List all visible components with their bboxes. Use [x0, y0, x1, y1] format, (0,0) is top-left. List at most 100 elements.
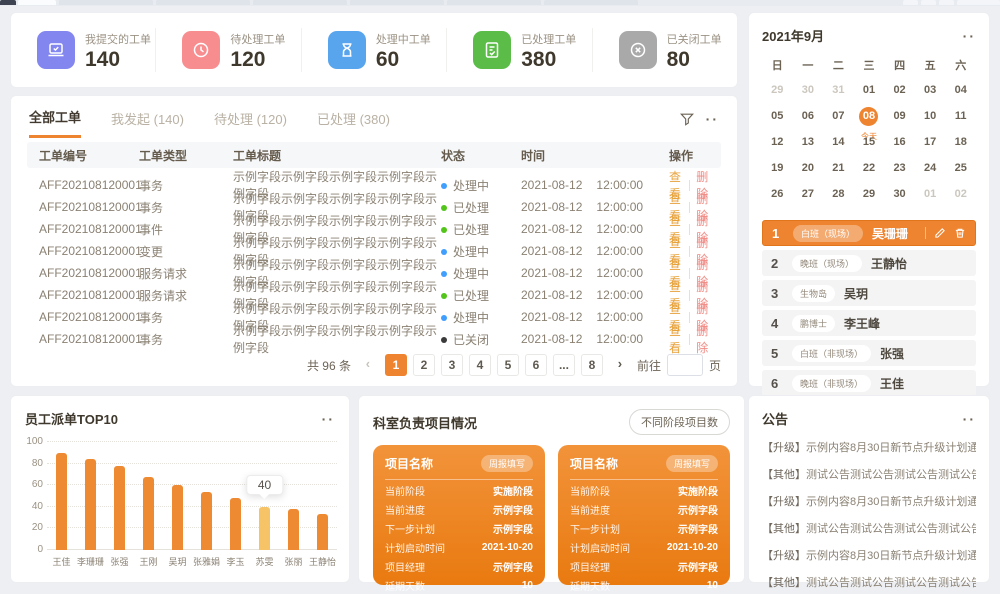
page-ellipsis[interactable]: ...: [553, 354, 575, 376]
more-icon[interactable]: ··: [963, 32, 976, 40]
day-cell[interactable]: 09: [884, 105, 915, 128]
top-tab[interactable]: [156, 0, 250, 5]
day-cell[interactable]: 30: [884, 183, 915, 206]
day-cell[interactable]: 21: [823, 157, 854, 180]
day-cell[interactable]: 19: [762, 157, 793, 180]
day-cell[interactable]: 05: [762, 105, 793, 128]
table-row[interactable]: AFF202108120001事务示例字段示例字段示例字段示例字段示例字段 处理…: [27, 168, 721, 190]
top-tab[interactable]: [59, 0, 153, 5]
top-tab[interactable]: [903, 0, 918, 5]
bar-highlighted[interactable]: [259, 507, 270, 550]
delete-link[interactable]: 删除: [696, 322, 709, 356]
bar[interactable]: [201, 492, 212, 550]
day-cell[interactable]: 06: [793, 105, 824, 128]
day-cell-today[interactable]: 08今天: [854, 105, 885, 128]
bar[interactable]: [114, 466, 125, 550]
day-cell[interactable]: 23: [884, 157, 915, 180]
page-button[interactable]: 5: [497, 354, 519, 376]
day-cell[interactable]: 14: [823, 131, 854, 154]
table-row[interactable]: AFF202108120001事件示例字段示例字段示例字段示例字段示例字段 已处…: [27, 212, 721, 234]
day-cell[interactable]: 25: [945, 157, 976, 180]
day-cell[interactable]: 26: [762, 183, 793, 206]
announcement-item[interactable]: 【升级】示例内容8月30日新节点升级计划通知: [762, 547, 976, 563]
page-button[interactable]: 6: [525, 354, 547, 376]
day-cell[interactable]: 10: [915, 105, 946, 128]
page-button[interactable]: 2: [413, 354, 435, 376]
day-cell[interactable]: 24: [915, 157, 946, 180]
top-tab[interactable]: [350, 0, 444, 5]
day-cell[interactable]: 02: [884, 79, 915, 102]
schedule-item[interactable]: 3生物岛吴玥: [762, 280, 976, 306]
schedule-item[interactable]: 2晚班（现场）王静怡: [762, 250, 976, 276]
bar[interactable]: [56, 453, 67, 550]
page-button[interactable]: 8: [581, 354, 603, 376]
project-card[interactable]: 项目名称 周报填写 当前阶段实施阶段 当前进度示例字段 下一步计划示例字段 计划…: [373, 445, 545, 585]
tab-pending[interactable]: 待处理 (120): [214, 109, 287, 137]
more-icon[interactable]: ··: [706, 115, 719, 123]
tab-processed[interactable]: 已处理 (380): [317, 109, 390, 137]
schedule-item[interactable]: 6晚班（非现场）王佳: [762, 370, 976, 396]
table-row[interactable]: AFF202108120001事务示例字段示例字段示例字段示例字段示例字段 已处…: [27, 190, 721, 212]
stage-count-button[interactable]: 不同阶段项目数: [629, 409, 730, 435]
top-tab[interactable]: [253, 0, 347, 5]
edit-icon[interactable]: [934, 227, 946, 239]
day-cell[interactable]: 13: [793, 131, 824, 154]
bar[interactable]: [317, 514, 328, 550]
day-cell[interactable]: 04: [945, 79, 976, 102]
table-row[interactable]: AFF202108120001事务示例字段示例字段示例字段示例字段示例字段 已关…: [27, 322, 721, 344]
schedule-item[interactable]: 5白班（非现场）张强: [762, 340, 976, 366]
announcement-item[interactable]: 【升级】示例内容8月30日新节点升级计划通知: [762, 439, 976, 455]
schedule-item[interactable]: 4鹏博士李王峰: [762, 310, 976, 336]
day-cell[interactable]: 28: [823, 183, 854, 206]
bar[interactable]: [143, 477, 154, 550]
top-tab-active[interactable]: [18, 0, 56, 5]
table-row[interactable]: AFF202108120001服务请求示例字段示例字段示例字段示例字段示例字段 …: [27, 256, 721, 278]
next-page-button[interactable]: ›: [609, 354, 631, 376]
weekly-report-badge[interactable]: 周报填写: [666, 455, 718, 472]
trash-icon[interactable]: [954, 227, 966, 239]
day-cell[interactable]: 12: [762, 131, 793, 154]
day-cell[interactable]: 02: [945, 183, 976, 206]
bar[interactable]: [230, 498, 241, 550]
table-row[interactable]: AFF202108120001服务请求示例字段示例字段示例字段示例字段示例字段 …: [27, 278, 721, 300]
filter-icon[interactable]: [680, 112, 694, 126]
day-cell[interactable]: 17: [915, 131, 946, 154]
page-button[interactable]: 3: [441, 354, 463, 376]
day-cell[interactable]: 11: [945, 105, 976, 128]
page-button[interactable]: 4: [469, 354, 491, 376]
day-cell[interactable]: 01: [854, 79, 885, 102]
day-cell[interactable]: 30: [793, 79, 824, 102]
day-cell[interactable]: 16: [884, 131, 915, 154]
project-card[interactable]: 项目名称 周报填写 当前阶段实施阶段 当前进度示例字段 下一步计划示例字段 计划…: [558, 445, 730, 585]
day-cell[interactable]: 31: [823, 79, 854, 102]
day-cell[interactable]: 15: [854, 131, 885, 154]
day-cell[interactable]: 01: [915, 183, 946, 206]
announcement-item[interactable]: 【升级】示例内容8月30日新节点升级计划通知: [762, 493, 976, 509]
bar[interactable]: [172, 485, 183, 550]
tab-all-orders[interactable]: 全部工单: [29, 107, 81, 138]
day-cell[interactable]: 27: [793, 183, 824, 206]
bar[interactable]: [288, 509, 299, 550]
top-tab[interactable]: [939, 0, 954, 5]
top-tab[interactable]: [544, 0, 638, 5]
top-tab[interactable]: [957, 0, 1000, 5]
day-cell[interactable]: 18: [945, 131, 976, 154]
page-button[interactable]: 1: [385, 354, 407, 376]
top-tab[interactable]: [447, 0, 541, 5]
day-cell[interactable]: 29: [762, 79, 793, 102]
goto-page-input[interactable]: [667, 354, 703, 376]
weekly-report-badge[interactable]: 周报填写: [481, 455, 533, 472]
prev-page-button[interactable]: ‹: [357, 354, 379, 376]
more-icon[interactable]: ··: [963, 415, 976, 423]
day-cell[interactable]: 22: [854, 157, 885, 180]
announcement-item[interactable]: 【其他】测试公告测试公告测试公告测试公告测试公告: [762, 466, 976, 482]
table-row[interactable]: AFF202108120001事务示例字段示例字段示例字段示例字段示例字段 处理…: [27, 300, 721, 322]
more-icon[interactable]: ··: [322, 415, 335, 423]
top-tab[interactable]: [921, 0, 936, 5]
bar[interactable]: [85, 459, 96, 550]
tab-my-initiated[interactable]: 我发起 (140): [111, 109, 184, 137]
top-tab[interactable]: [0, 0, 16, 5]
day-cell[interactable]: 29: [854, 183, 885, 206]
table-row[interactable]: AFF202108120001变更示例字段示例字段示例字段示例字段示例字段 处理…: [27, 234, 721, 256]
schedule-item[interactable]: 1 白班（现场） 吴珊珊: [762, 220, 976, 246]
